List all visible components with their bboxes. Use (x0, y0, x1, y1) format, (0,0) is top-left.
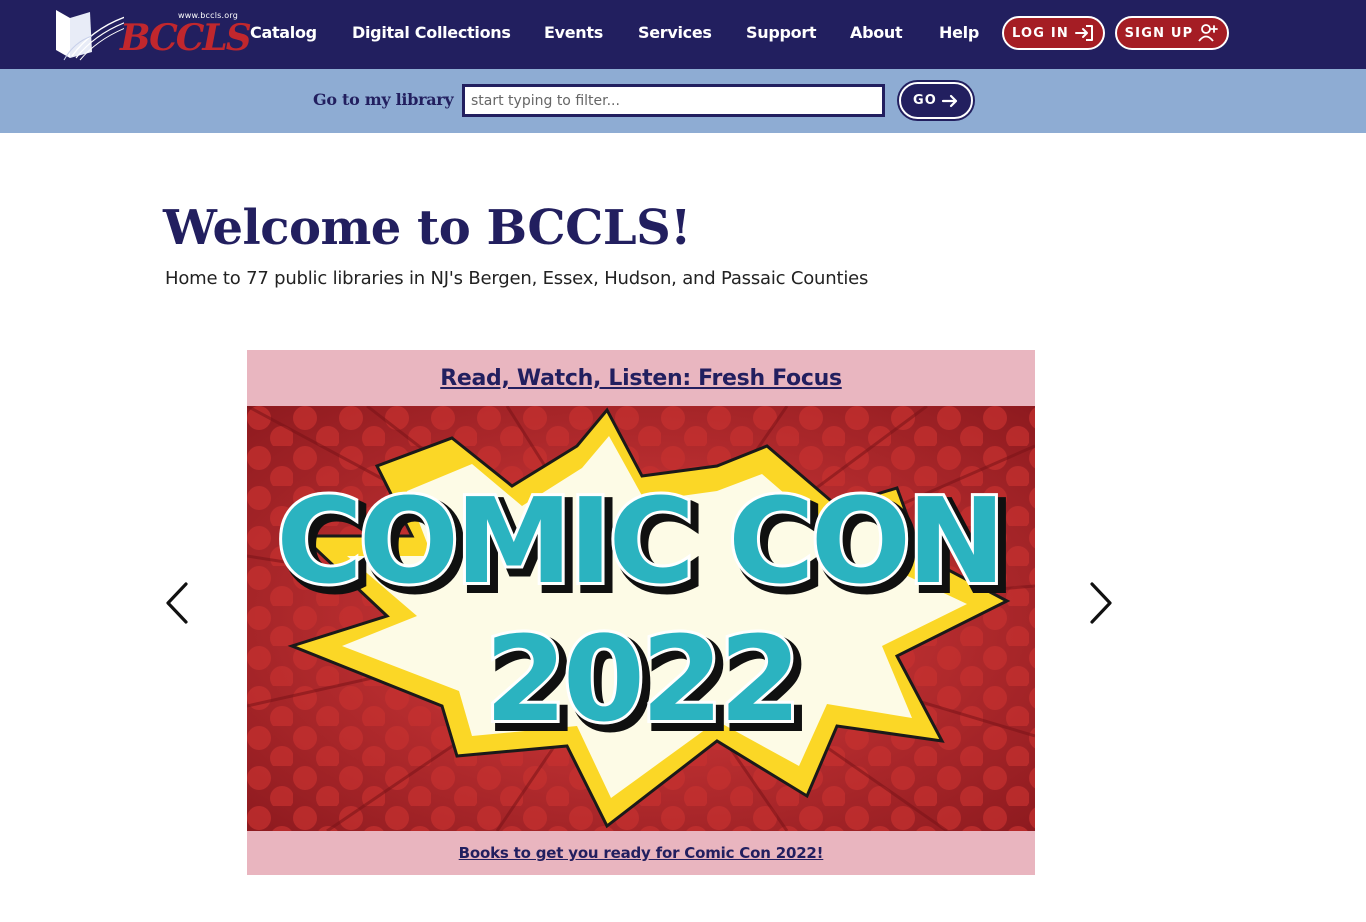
login-button[interactable]: LOG IN (1002, 16, 1105, 50)
slide-title-band: Read, Watch, Listen: Fresh Focus (247, 350, 1035, 406)
login-arrow-icon (1075, 25, 1093, 41)
carousel-prev-button[interactable] (162, 580, 192, 626)
nav-events[interactable]: Events (544, 22, 603, 44)
slide-caption-link[interactable]: Books to get you ready for Comic Con 202… (459, 844, 824, 862)
carousel-next-button[interactable] (1086, 580, 1116, 626)
chevron-right-icon (1090, 582, 1112, 624)
page-tagline: Home to 77 public libraries in NJ's Berg… (165, 268, 869, 289)
logo-wordmark: BCCLS (120, 17, 252, 59)
go-button-label: GO (912, 93, 938, 108)
library-filter-input[interactable] (462, 84, 885, 117)
signup-button[interactable]: SIGN UP (1115, 16, 1229, 50)
library-selector-label: Go to my library (313, 90, 454, 109)
comic-con-banner-image[interactable]: COMIC CON COMIC CON 2022 2022 (247, 406, 1035, 831)
nav-catalog[interactable]: Catalog (250, 22, 317, 44)
top-navigation-bar: www.bccls.org BCCLS Catalog Digital Coll… (0, 0, 1366, 69)
open-book-icon (56, 10, 124, 61)
banner-text-line-2: 2022 (485, 610, 797, 748)
user-plus-icon (1198, 24, 1219, 42)
nav-about[interactable]: About (850, 22, 903, 44)
login-button-label: LOG IN (1012, 25, 1069, 41)
nav-support[interactable]: Support (746, 22, 817, 44)
chevron-left-icon (166, 582, 188, 624)
nav-services[interactable]: Services (638, 22, 712, 44)
page-title: Welcome to BCCLS! (163, 200, 691, 256)
banner-text-line-1: COMIC CON (276, 472, 1002, 610)
library-selector-bar: Go to my library GO (0, 69, 1366, 133)
slide-title-link[interactable]: Read, Watch, Listen: Fresh Focus (440, 366, 842, 391)
nav-digital-collections[interactable]: Digital Collections (352, 22, 511, 44)
go-button[interactable]: GO (899, 82, 973, 119)
signup-button-label: SIGN UP (1124, 25, 1194, 41)
carousel-slide: Read, Watch, Listen: Fresh Focus COMIC C… (247, 350, 1035, 875)
slide-caption-band: Books to get you ready for Comic Con 202… (247, 831, 1035, 875)
nav-help[interactable]: Help (939, 22, 979, 44)
arrow-right-icon (941, 94, 958, 107)
bccls-logo[interactable]: www.bccls.org BCCLS (54, 6, 252, 62)
